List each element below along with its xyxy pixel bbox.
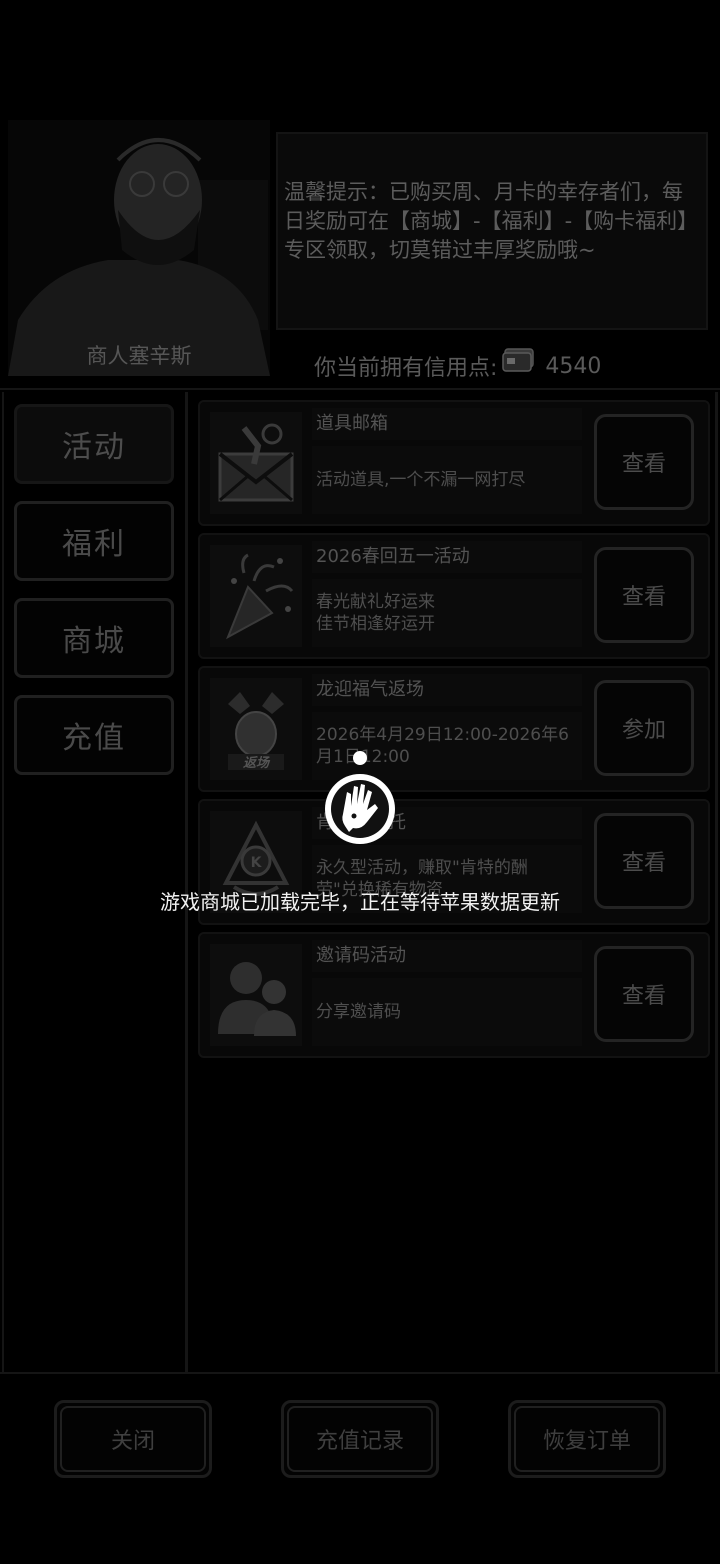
view-button[interactable]: 查看 bbox=[594, 547, 694, 643]
view-button[interactable]: 查看 bbox=[594, 414, 694, 510]
svg-text:K: K bbox=[251, 855, 263, 871]
nav-tab-activity[interactable]: 活动 bbox=[14, 404, 174, 484]
join-button[interactable]: 参加 bbox=[594, 680, 694, 776]
nav-tab-store[interactable]: 商城 bbox=[14, 598, 174, 678]
view-button[interactable]: 查看 bbox=[594, 946, 694, 1042]
item-description: 春光献礼好运来 佳节相逢好运开 bbox=[312, 579, 582, 647]
merchant-portrait: 商人塞辛斯 bbox=[8, 120, 270, 376]
item-description: 活动道具,一个不漏一网打尽 bbox=[312, 446, 582, 514]
item-title: 2026春回五一活动 bbox=[312, 541, 582, 573]
merchant-name: 商人塞辛斯 bbox=[86, 344, 192, 368]
close-button[interactable]: 关闭 bbox=[54, 1400, 212, 1478]
item-title: 龙迎福气返场 bbox=[312, 674, 582, 706]
activity-item-lucky-return: 返场 龙迎福气返场 2026年4月29日12:00-2026年6月1日12:00… bbox=[198, 666, 710, 792]
recharge-history-button[interactable]: 充值记录 bbox=[281, 1400, 439, 1478]
panel-right-border bbox=[715, 392, 718, 1372]
svg-text:返场: 返场 bbox=[243, 755, 271, 771]
mail-pin-icon bbox=[210, 412, 302, 514]
credits-display: 你当前拥有信用点: 4540 bbox=[314, 347, 602, 382]
credits-value: 4540 bbox=[545, 353, 602, 379]
restore-order-button[interactable]: 恢复订单 bbox=[508, 1400, 666, 1478]
merchant-avatar-icon bbox=[8, 120, 270, 376]
loading-status-text: 游戏商城已加载完毕，正在等待苹果数据更新 bbox=[160, 890, 560, 914]
item-description: 分享邀请码 bbox=[312, 978, 582, 1046]
item-title: 道具邮箱 bbox=[312, 408, 582, 440]
credit-card-icon bbox=[501, 347, 537, 373]
item-title: 邀请码活动 bbox=[312, 940, 582, 972]
nav-tab-welfare[interactable]: 福利 bbox=[14, 501, 174, 581]
credits-label: 你当前拥有信用点: bbox=[314, 356, 498, 381]
activity-item-mailbox: 道具邮箱 活动道具,一个不漏一网打尽 查看 bbox=[198, 400, 710, 526]
users-icon bbox=[210, 944, 302, 1046]
party-popper-icon bbox=[210, 545, 302, 647]
loading-spinner-dot bbox=[353, 751, 367, 765]
nav-tab-recharge[interactable]: 充值 bbox=[14, 695, 174, 775]
activity-item-invite-code: 邀请码活动 分享邀请码 查看 bbox=[198, 932, 710, 1058]
lucky-bag-return-icon: 返场 bbox=[210, 678, 302, 780]
zombie-hand-logo-icon bbox=[321, 770, 399, 848]
tip-text: 温馨提示：已购买周、月卡的幸存者们，每日奖励可在【商城】-【福利】-【购卡福利】… bbox=[284, 180, 688, 262]
activity-item-may-day: 2026春回五一活动 春光献礼好运来 佳节相逢好运开 查看 bbox=[198, 533, 710, 659]
